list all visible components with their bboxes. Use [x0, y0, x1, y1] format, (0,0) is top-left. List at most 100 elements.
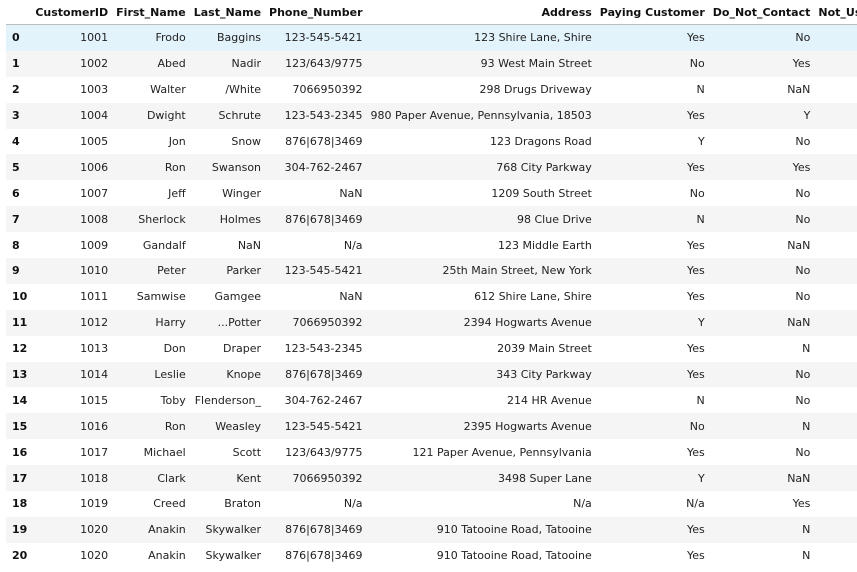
do-not-contact-cell: No	[795, 186, 811, 200]
row-index-cell: 18	[12, 497, 28, 511]
row-index-cell: 3	[12, 109, 20, 123]
paying-customer-cell: N	[696, 212, 705, 226]
last-name-cell: Kent	[236, 471, 262, 485]
address-cell: 343 City Parkway	[496, 368, 592, 382]
first-name-cell: Creed	[153, 497, 186, 511]
paying-customer-cell: N/a	[686, 497, 705, 511]
phone-number-cell: 123-543-2345	[284, 342, 363, 356]
do-not-contact-cell: Yes	[792, 497, 811, 511]
paying-customer-cell: Yes	[686, 368, 705, 382]
index-header	[6, 0, 32, 25]
not-useful-column-cell: True	[814, 517, 857, 543]
paying-customer-cell: N	[696, 83, 705, 97]
table-row: 15 1016 Ron Weasley 123-545-5421 2395 Hogwart…	[6, 413, 857, 440]
address-cell: 910 Tatooine Road, Tatooine	[436, 549, 592, 563]
customerid-cell: 1009	[80, 238, 109, 252]
do-not-contact-cell: N	[802, 523, 811, 537]
column-header-phone-number: Phone_Number	[265, 0, 367, 25]
do-not-contact-cell: No	[795, 135, 811, 148]
not-useful-column-cell: True	[814, 465, 857, 491]
first-name-cell: Ron	[164, 419, 186, 433]
phone-number-cell: NaN	[339, 290, 363, 304]
address-cell: 910 Tatooine Road, Tatooine	[436, 523, 592, 537]
paying-customer-cell: Y	[698, 135, 705, 148]
row-index-cell: 12	[12, 342, 28, 356]
table-row: 2 1003 Walter/White 7066950392 298 Drugs Dri…	[6, 77, 857, 103]
header-row: CustomerID First_Name Last_Name Phone_Nu…	[6, 0, 857, 25]
table-row: 0 1001 Frodo Baggins 123-545-5421 123 Shire L…	[6, 24, 857, 51]
first-name-cell: Walter	[150, 83, 186, 97]
dataframe-output: CustomerID First_Name Last_Name Phone_Nu…	[0, 0, 857, 572]
column-header-first-name: First_Name	[112, 0, 190, 25]
paying-customer-cell: No	[689, 419, 705, 433]
not-useful-column-cell: False	[814, 51, 857, 77]
first-name-cell: Jeff	[168, 186, 186, 200]
customerid-cell: 1001	[80, 31, 109, 45]
do-not-contact-cell: N	[802, 419, 811, 433]
address-cell: 123 Shire Lane, Shire	[474, 31, 592, 45]
do-not-contact-cell: Yes	[792, 57, 811, 71]
phone-number-cell: 7066950392	[292, 471, 363, 485]
address-cell: 93 West Main Street	[480, 57, 592, 71]
not-useful-column-cell: True	[814, 25, 857, 51]
paying-customer-cell: Yes	[686, 160, 705, 174]
not-useful-column-cell: True	[814, 103, 857, 129]
paying-customer-cell: Yes	[686, 238, 705, 252]
last-name-cell: Weasley	[215, 419, 262, 433]
customerid-cell: 1015	[80, 393, 109, 407]
phone-number-cell: 876|678|3469	[285, 212, 363, 226]
phone-number-cell: 123-545-5421	[284, 31, 363, 45]
column-header-address: Address	[366, 0, 596, 25]
address-cell: 980 Paper Avenue, Pennsylvania, 18503	[370, 109, 592, 123]
address-cell: N/a	[573, 497, 592, 511]
first-name-cell: Clark	[157, 471, 186, 485]
phone-number-cell: 876|678|3469	[285, 135, 363, 148]
last-name-cell: /White	[225, 83, 262, 97]
row-index-cell: 11	[12, 316, 28, 330]
last-name-cell: Scott	[232, 445, 262, 459]
address-cell: 123 Dragons Road	[490, 135, 592, 148]
do-not-contact-cell: Y	[803, 109, 811, 123]
row-index-cell: 17	[12, 471, 28, 485]
table-row: 13 1014 Leslie Knope 876|678|3469 343 City Pa…	[6, 361, 857, 388]
last-name-cell: Snow	[231, 135, 262, 148]
do-not-contact-cell: NaN	[787, 471, 811, 485]
not-useful-column-cell: True	[814, 154, 857, 180]
table-row: 17 1018 Clark Kent 7066950392 3498 Super Lane…	[6, 465, 857, 492]
column-header-last-name: Last_Name	[189, 0, 266, 25]
phone-number-cell: N/a	[343, 497, 363, 511]
paying-customer-cell: Yes	[686, 342, 705, 356]
table-row: 19 1020 Anakin Skywalker 876|678|3469 910 Tat…	[6, 516, 857, 543]
paying-customer-cell: Yes	[686, 109, 705, 123]
customerid-cell: 1014	[80, 368, 109, 382]
last-name-cell: Nadir	[231, 57, 262, 71]
not-useful-column-cell: False	[814, 387, 857, 413]
row-index-cell: 20	[12, 549, 28, 563]
address-cell: 123 Middle Earth	[497, 238, 592, 252]
last-name-cell: Parker	[226, 264, 262, 278]
not-useful-column-cell: True	[814, 258, 857, 284]
table-row: 14 1015 Toby Flenderson_ 304-762-2467 214 HR …	[6, 387, 857, 413]
phone-number-cell: 304-762-2467	[284, 160, 363, 174]
last-name-cell: Baggins	[217, 31, 262, 45]
row-index-cell: 13	[12, 368, 28, 382]
last-name-cell: Braton	[224, 497, 262, 511]
customerid-cell: 1017	[80, 445, 109, 459]
last-name-cell: Skywalker	[205, 549, 262, 563]
phone-number-cell: NaN	[339, 186, 363, 200]
first-name-cell: Don	[163, 342, 186, 356]
do-not-contact-cell: No	[795, 264, 811, 278]
first-name-cell: Leslie	[154, 368, 186, 382]
column-header-do-not-contact: Do_Not_Contact	[708, 0, 815, 25]
table-row: 20 1020 Anakin Skywalker 876|678|3469 910 Tat…	[6, 543, 857, 569]
table-row: 5 1006 Ron Swanson 304-762-2467 768 City Park…	[6, 154, 857, 181]
do-not-contact-cell: No	[795, 393, 811, 407]
phone-number-cell: 123/643/9775	[285, 445, 363, 459]
do-not-contact-cell: No	[795, 31, 811, 45]
customerid-cell: 1008	[80, 212, 109, 226]
last-name-cell: ...Potter	[217, 316, 262, 330]
table-row: 61007JeffWingerNaN1209 South StreetNoNoF…	[6, 180, 857, 206]
row-index-cell: 1	[12, 57, 20, 71]
do-not-contact-cell: NaN	[787, 316, 811, 330]
not-useful-column-cell: False	[814, 206, 857, 232]
